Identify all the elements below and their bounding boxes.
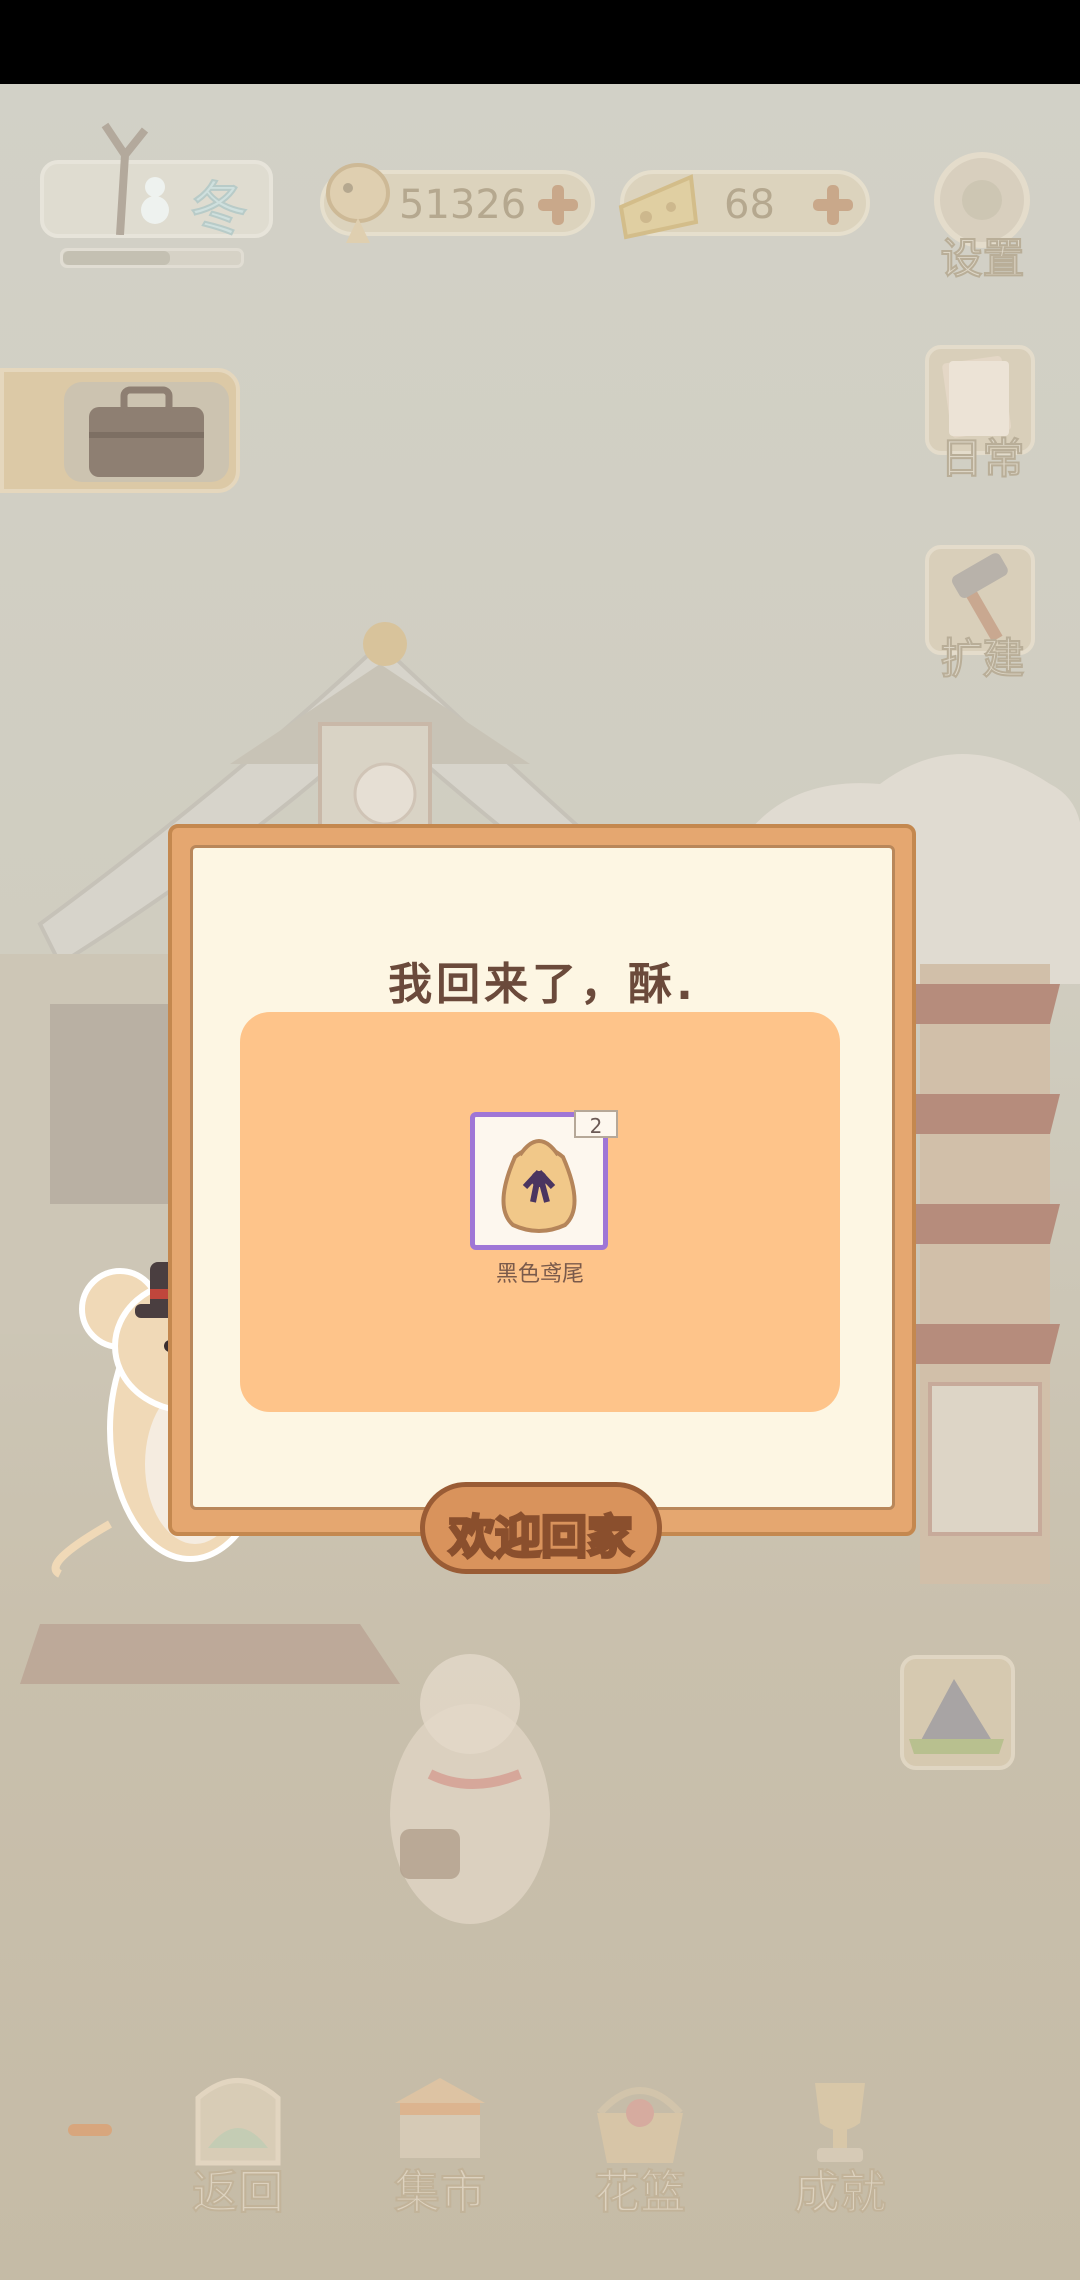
cheese-icon <box>618 174 699 240</box>
mountain-icon <box>909 1679 1004 1754</box>
cheese-amount: 68 <box>724 182 775 228</box>
nav-achievement[interactable]: 成就 <box>780 2068 900 2220</box>
fishbone-currency: 51326 <box>320 163 595 243</box>
nav-return-label: 返回 <box>191 2164 285 2220</box>
expand-button[interactable]: 扩建 <box>925 545 1040 684</box>
nav-achievement-label: 成就 <box>793 2164 887 2220</box>
daily-label: 日常 <box>939 433 1025 484</box>
reward-item-count: 2 <box>574 1110 618 1138</box>
welcome-home-button[interactable]: 欢迎回家 <box>420 1482 662 1574</box>
season-badge[interactable]: 冬 <box>40 110 273 244</box>
welcome-home-label: 欢迎回家 <box>448 1509 635 1566</box>
reward-item-name: 黑色鸢尾 <box>495 1262 584 1287</box>
nav-market-label: 集市 <box>393 2164 487 2220</box>
add-cheese-button[interactable] <box>810 182 856 228</box>
fishbone-amount: 51326 <box>399 182 527 228</box>
nav-flower-basket[interactable]: 花篮 <box>580 2068 700 2220</box>
dialog-title: 我回来了，酥. <box>388 959 697 1010</box>
add-fishbone-button[interactable] <box>535 182 581 228</box>
flower-basket-icon <box>597 2087 683 2163</box>
fishbone-icon <box>326 163 390 243</box>
status-bar <box>0 0 1080 84</box>
expand-label: 扩建 <box>939 633 1025 684</box>
daily-button[interactable]: 日常 <box>925 345 1040 484</box>
return-window-icon <box>195 2078 281 2166</box>
market-stall-icon <box>395 2078 485 2158</box>
winter-tree-icon <box>101 122 169 235</box>
inventory-tab[interactable] <box>0 368 240 493</box>
trophy-icon <box>815 2083 865 2162</box>
season-progress-bar <box>60 248 244 268</box>
nav-indicator <box>68 2124 112 2136</box>
nav-return[interactable]: 返回 <box>178 2068 298 2220</box>
nav-market[interactable]: 集市 <box>380 2068 500 2220</box>
nav-flower-basket-label: 花篮 <box>593 2164 687 2220</box>
briefcase-icon <box>89 386 204 477</box>
season-progress-fill <box>63 251 170 265</box>
map-button[interactable] <box>900 1655 1015 1770</box>
settings-button[interactable]: 设置 <box>925 145 1040 284</box>
briefcase-plate <box>64 382 229 482</box>
settings-label: 设置 <box>939 233 1025 284</box>
season-label: 冬 <box>189 174 249 244</box>
cheese-currency: 68 <box>618 170 870 240</box>
